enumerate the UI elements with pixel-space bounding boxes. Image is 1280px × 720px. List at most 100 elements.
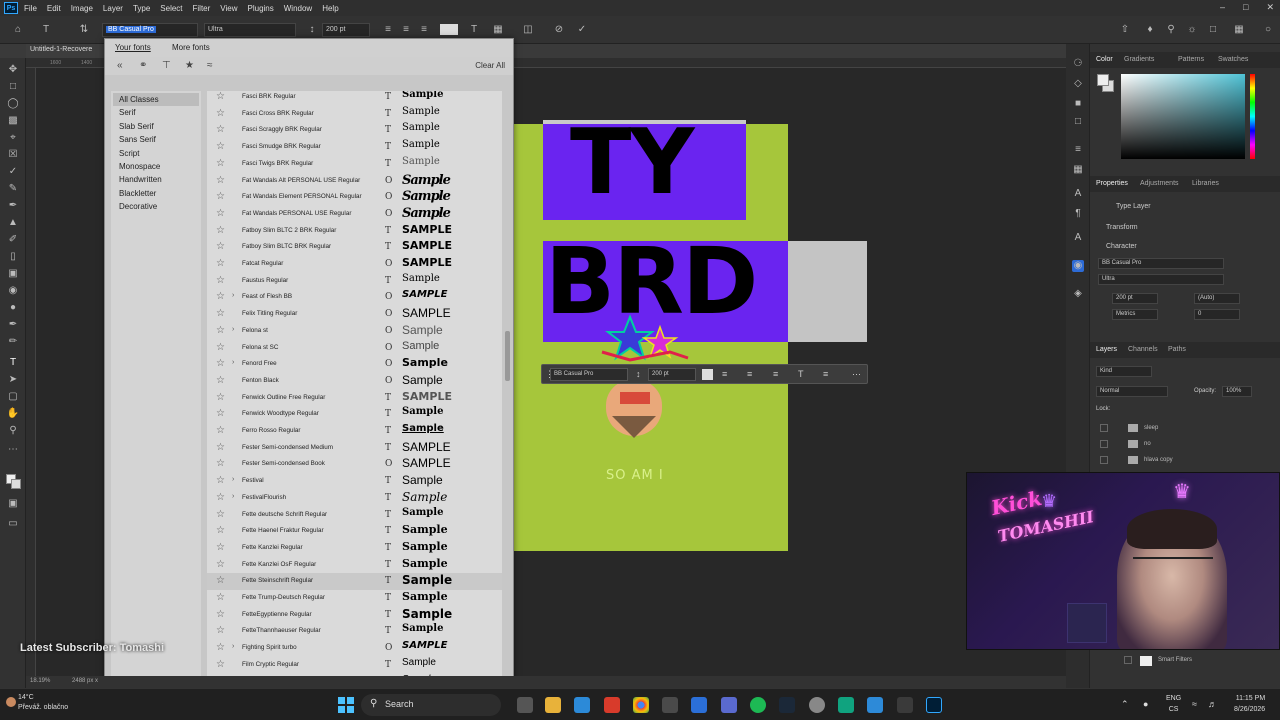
favorite-star-icon[interactable]: ☆ xyxy=(216,392,225,403)
clear-all-button[interactable]: Clear All xyxy=(475,61,505,70)
history-brush-icon[interactable]: ✐ xyxy=(6,234,20,246)
font-list-row[interactable]: ☆ › Fighting Spirit turbo O SAMPLE xyxy=(207,640,502,657)
font-list-row[interactable]: ☆ Fette Kanzlei Regular T Sample xyxy=(207,540,502,557)
favorite-star-icon[interactable]: ☆ xyxy=(216,191,225,202)
font-list-row[interactable]: ☆ › Festival T Sample xyxy=(207,473,502,490)
favorites-filter-icon[interactable]: ★ xyxy=(185,60,194,71)
font-class-item[interactable]: Blackletter xyxy=(113,187,199,200)
font-list-row[interactable]: ☆ Fasci Cross BRK Regular T Sample xyxy=(207,106,502,123)
favorite-star-icon[interactable]: ☆ xyxy=(216,175,225,186)
font-list-row[interactable]: ☆ Fette Kanzlei OsF Regular T Sample xyxy=(207,557,502,574)
move-tool-icon[interactable]: ✥ xyxy=(6,64,20,76)
font-list-row[interactable]: ☆ › Felona st O Sample xyxy=(207,323,502,340)
favorite-star-icon[interactable]: ☆ xyxy=(216,625,225,636)
screen-mode-icon[interactable]: ▭ xyxy=(6,518,20,530)
pen-tool-2-icon[interactable]: ✏ xyxy=(6,336,20,348)
workspace-icon[interactable]: □ xyxy=(1207,24,1219,36)
tab-gradients[interactable]: Gradients xyxy=(1124,56,1154,63)
arrange-icon[interactable]: ▦ xyxy=(1233,24,1245,36)
crop-tool-icon[interactable]: ⌖ xyxy=(6,132,20,144)
font-list-row[interactable]: ☆ Fenwick Woodtype Regular T Sample xyxy=(207,406,502,423)
brush-settings-icon[interactable]: ◇ xyxy=(1072,78,1084,90)
character-icon[interactable]: A xyxy=(1072,188,1084,200)
menu-layer[interactable]: Layer xyxy=(103,4,123,13)
visibility-icon[interactable] xyxy=(1124,656,1132,664)
account-icon[interactable]: ○ xyxy=(1262,24,1274,36)
favorite-star-icon[interactable]: ☆ xyxy=(216,358,225,369)
font-family-field[interactable]: BB Casual Pro xyxy=(102,23,198,37)
tab-your-fonts[interactable]: Your fonts xyxy=(115,43,151,52)
taskbar-clock[interactable]: 11:15 PM 8/26/2026 xyxy=(1234,693,1265,715)
zoom-tool-icon[interactable]: ⚲ xyxy=(6,425,20,437)
discover-icon[interactable]: ☼ xyxy=(1186,24,1198,36)
menu-help[interactable]: Help xyxy=(322,4,338,13)
favorite-star-icon[interactable]: ☆ xyxy=(216,408,225,419)
hand-tool-icon[interactable]: ✋ xyxy=(6,408,20,420)
maximize-icon[interactable]: □ xyxy=(1243,2,1248,13)
character-section[interactable]: Character xyxy=(1106,243,1137,250)
favorite-star-icon[interactable]: ☆ xyxy=(216,342,225,353)
expand-family-icon[interactable]: › xyxy=(232,326,234,333)
layer-row[interactable]: hlava copy xyxy=(1094,453,1276,469)
eyedropper-tool-icon[interactable]: ✓ xyxy=(6,166,20,178)
photoshop-taskbar-icon[interactable] xyxy=(926,697,942,713)
font-list-scrollbar[interactable] xyxy=(504,91,511,689)
menu-plugins[interactable]: Plugins xyxy=(248,4,274,13)
expand-family-icon[interactable]: › xyxy=(232,292,234,299)
favorite-star-icon[interactable]: ☆ xyxy=(216,442,225,453)
favorite-star-icon[interactable]: ☆ xyxy=(216,592,225,603)
favorite-star-icon[interactable]: ☆ xyxy=(216,425,225,436)
app-blue-icon[interactable] xyxy=(867,697,883,713)
windows-start-icon[interactable] xyxy=(338,697,354,713)
favorite-star-icon[interactable]: ☆ xyxy=(216,258,225,269)
plugin-icon[interactable]: ◈ xyxy=(1072,288,1084,300)
favorite-star-icon[interactable]: ☆ xyxy=(216,525,225,536)
font-list-row[interactable]: ☆ FetteEgyptienne Regular T Sample xyxy=(207,607,502,624)
transform-section[interactable]: Transform xyxy=(1106,224,1138,231)
align-left-icon[interactable]: ≡ xyxy=(382,24,394,36)
mic-icon[interactable]: ● xyxy=(1143,699,1148,709)
background-color-swatch[interactable] xyxy=(11,479,21,489)
app-a-icon[interactable] xyxy=(662,697,678,713)
font-size-field[interactable]: 200 pt xyxy=(322,23,370,37)
tab-swatches[interactable]: Swatches xyxy=(1218,56,1248,63)
type-tool-icon[interactable]: T xyxy=(40,24,52,36)
font-list-row[interactable]: ☆ Fat Wandals Element PERSONAL Regular O Sa… xyxy=(207,189,502,206)
obs-icon[interactable] xyxy=(809,697,825,713)
font-class-item[interactable]: Script xyxy=(113,147,199,160)
favorite-star-icon[interactable]: ☆ xyxy=(216,542,225,553)
font-class-item[interactable]: Handwritten xyxy=(113,173,199,186)
tab-properties[interactable]: Properties xyxy=(1096,180,1128,187)
minimize-icon[interactable]: – xyxy=(1220,2,1225,13)
cancel-icon[interactable]: ⊘ xyxy=(553,24,565,36)
quick-mask-icon[interactable]: ▣ xyxy=(6,498,20,510)
menu-edit[interactable]: Edit xyxy=(47,4,61,13)
zoom-level[interactable]: 18.19% xyxy=(30,678,50,684)
prop-leading-field[interactable]: (Auto) xyxy=(1194,293,1240,304)
app-grid-icon[interactable] xyxy=(691,697,707,713)
float-align-center-icon[interactable]: ≡ xyxy=(747,369,752,380)
app-diamond-icon[interactable] xyxy=(721,697,737,713)
favorite-star-icon[interactable]: ☆ xyxy=(216,108,225,119)
weather-icon[interactable] xyxy=(6,697,16,707)
character-panel-icon[interactable]: ▦ xyxy=(492,24,504,36)
smart-filters-row[interactable]: Smart Filters xyxy=(1094,653,1276,669)
layer-kind-filter[interactable]: Kind xyxy=(1096,366,1152,377)
font-list-row[interactable]: ☆ Fatboy Slim BLTC 2 BRK Regular T SAMPLE xyxy=(207,223,502,240)
font-list-row[interactable]: ☆ Fenwick Outline Free Regular T SAMPLE xyxy=(207,390,502,407)
clone-icon[interactable]: ■ xyxy=(1072,98,1084,110)
text-color-swatch[interactable] xyxy=(440,24,458,35)
more-tools-icon[interactable]: ⋯ xyxy=(6,444,20,456)
font-list-row[interactable]: ☆ Film Cryptic Regular T Sample xyxy=(207,657,502,674)
previous-icon[interactable]: « xyxy=(117,60,123,71)
tab-paths[interactable]: Paths xyxy=(1168,346,1186,353)
font-class-item[interactable]: Sans Serif xyxy=(113,133,199,146)
menu-filter[interactable]: Filter xyxy=(193,4,211,13)
warp-text-icon[interactable]: T xyxy=(468,24,480,36)
tab-libraries[interactable]: Libraries xyxy=(1192,180,1219,187)
3d-icon[interactable]: ◫ xyxy=(522,24,534,36)
active-panel-icon[interactable]: ◉ xyxy=(1072,260,1084,272)
favorite-star-icon[interactable]: ☆ xyxy=(216,308,225,319)
artboard-tool-icon[interactable]: □ xyxy=(6,81,20,93)
font-list-row[interactable]: ☆ Fette Steinschrift Regular T Sample xyxy=(207,573,502,590)
